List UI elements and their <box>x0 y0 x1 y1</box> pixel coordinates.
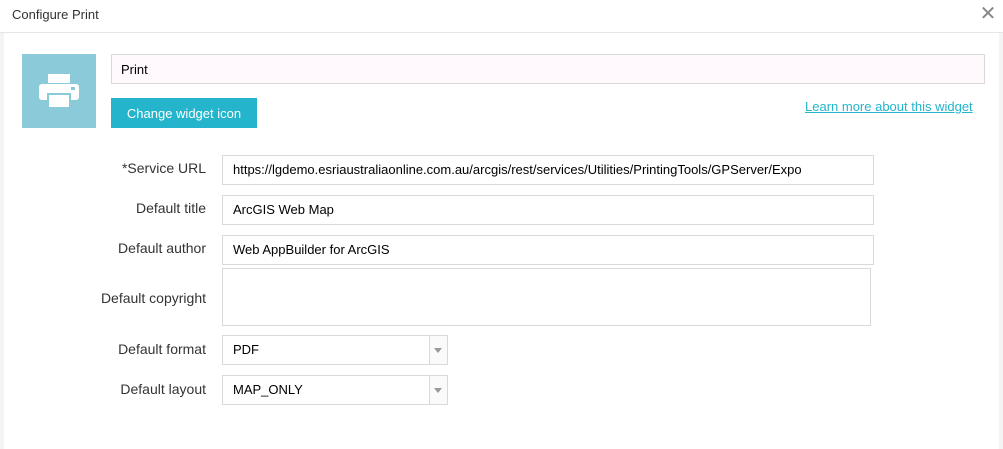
service-url-label: *Service URL <box>121 160 206 176</box>
chevron-down-icon <box>434 388 442 393</box>
default-layout-value: MAP_ONLY <box>233 382 303 397</box>
default-format-value: PDF <box>233 342 259 357</box>
default-layout-label: Default layout <box>120 381 206 397</box>
default-title-label: Default title <box>135 200 206 216</box>
widget-name-input[interactable] <box>111 54 985 84</box>
left-border <box>0 33 4 449</box>
dialog-titlebar: Configure Print ✕ <box>0 0 1003 33</box>
default-title-input[interactable]: ArcGIS Web Map <box>222 195 874 225</box>
close-icon[interactable]: ✕ <box>978 4 998 24</box>
default-copyright-label: Default copyright <box>100 290 206 306</box>
printer-icon <box>39 74 79 108</box>
chevron-down-icon <box>434 348 442 353</box>
right-border <box>999 33 1003 449</box>
default-layout-dropdown-button[interactable] <box>429 376 447 404</box>
learn-more-link[interactable]: Learn more about this widget <box>805 99 973 114</box>
widget-icon-tile[interactable] <box>22 54 96 128</box>
default-format-select[interactable]: PDF <box>222 335 448 365</box>
dialog-title: Configure Print <box>12 7 99 22</box>
change-widget-icon-button[interactable]: Change widget icon <box>111 98 257 128</box>
default-format-dropdown-button[interactable] <box>429 336 447 364</box>
default-author-label: Default author <box>118 240 206 256</box>
default-format-label: Default format <box>118 341 206 357</box>
default-layout-select[interactable]: MAP_ONLY <box>222 375 448 405</box>
service-url-input[interactable]: https://lgdemo.esriaustraliaonline.com.a… <box>222 155 874 185</box>
default-copyright-textarea[interactable] <box>222 268 871 326</box>
default-author-input[interactable]: Web AppBuilder for ArcGIS <box>222 235 874 265</box>
